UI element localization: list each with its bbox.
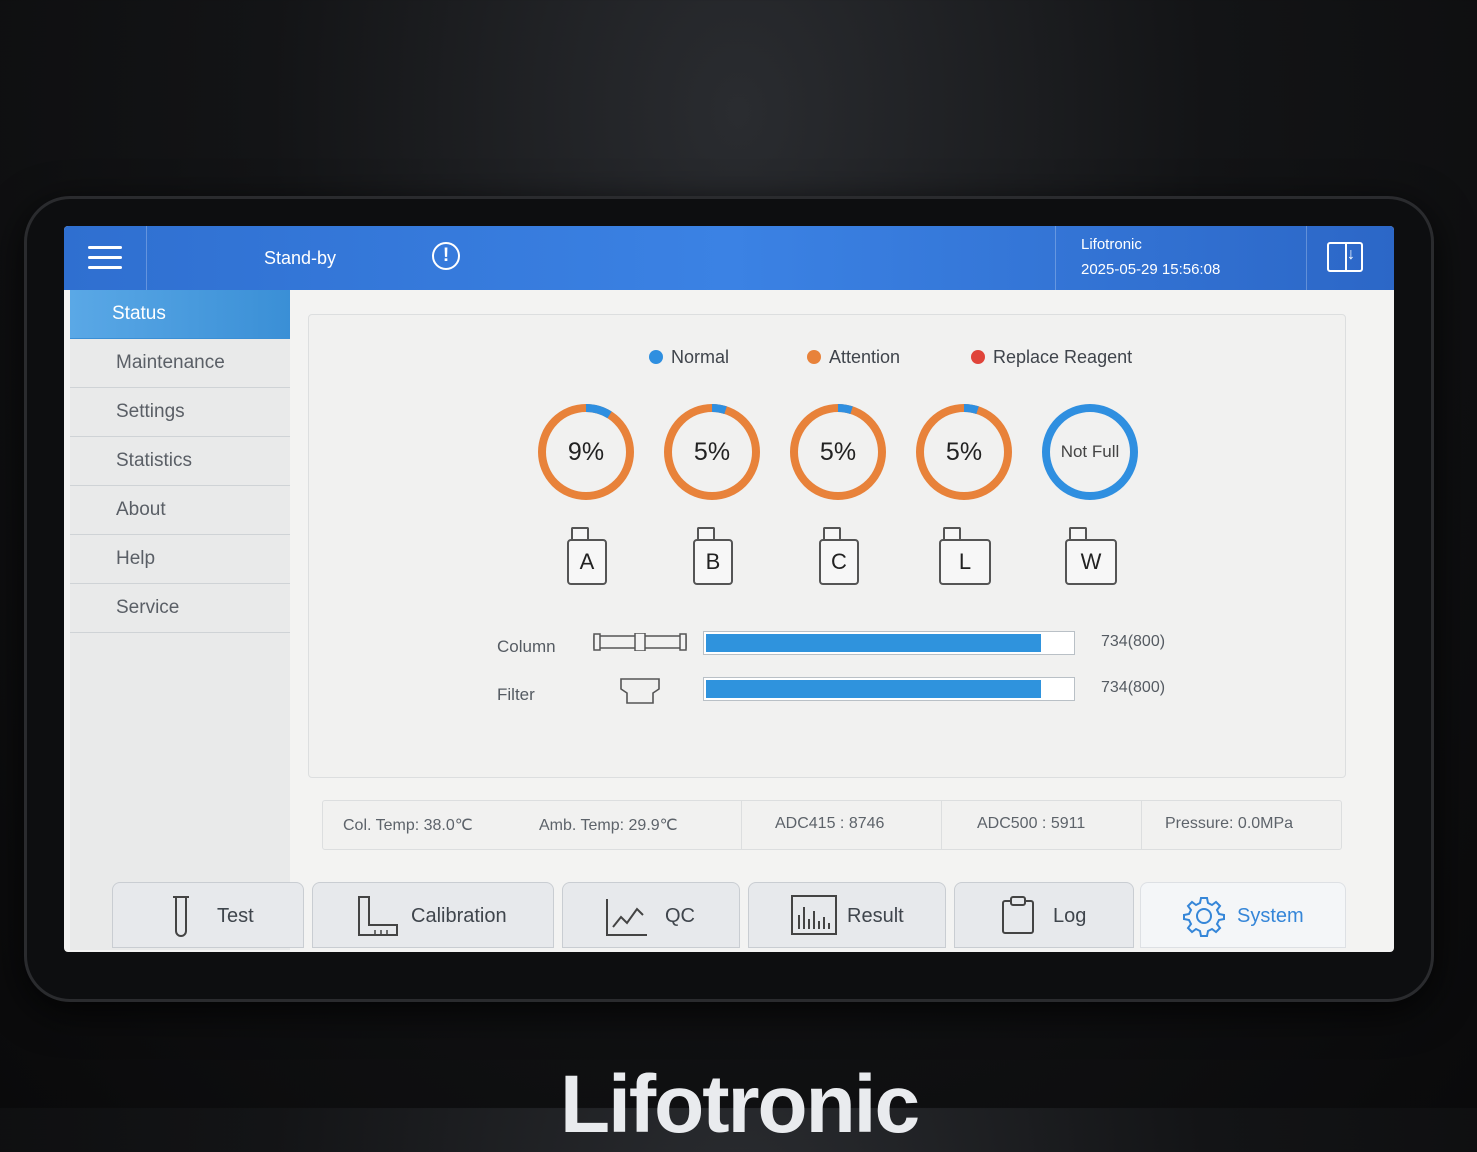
gauge-value: 5% bbox=[945, 438, 983, 466]
gauge-value: 5% bbox=[819, 438, 857, 466]
tab-test[interactable]: Test bbox=[112, 882, 304, 948]
bottle-c-icon[interactable]: C bbox=[815, 527, 863, 585]
sidebar-item-status[interactable]: Status bbox=[70, 290, 290, 339]
bottle-b-icon[interactable]: B bbox=[689, 527, 737, 585]
filter-usage-fill bbox=[706, 680, 1042, 698]
sidebar-item-statistics[interactable]: Statistics bbox=[70, 437, 290, 486]
tab-system[interactable]: System bbox=[1140, 882, 1346, 948]
legend-replace-reagent: Replace Reagent bbox=[971, 347, 1132, 368]
sidebar-item-help[interactable]: Help bbox=[70, 535, 290, 584]
column-usage-value: 734(800) bbox=[1101, 633, 1166, 650]
status-panel: Normal Attention Replace Reagent 9% 5% 5… bbox=[308, 314, 1346, 778]
ambient-temp-reading: Amb. Temp: 29.9℃ bbox=[539, 817, 678, 834]
readings-bar: Col. Temp: 38.0℃ Amb. Temp: 29.9℃ ADC415… bbox=[322, 800, 1342, 850]
calibration-icon bbox=[358, 896, 398, 936]
bottle-a-icon[interactable]: A bbox=[563, 527, 611, 585]
sidebar-item-settings[interactable]: Settings bbox=[70, 388, 290, 437]
bottle-w-icon[interactable]: W bbox=[1061, 527, 1117, 585]
pressure-reading: Pressure: 0.0MPa bbox=[1165, 815, 1294, 832]
filter-label: Filter bbox=[497, 685, 535, 704]
header-bar: Stand-by ! Lifotronic 2025-05-29 15:56:0… bbox=[64, 226, 1394, 290]
column-temp-reading: Col. Temp: 38.0℃ bbox=[343, 817, 473, 834]
hamburger-icon bbox=[88, 246, 122, 249]
sidebar-item-service[interactable]: Service bbox=[70, 584, 290, 633]
column-usage-fill bbox=[706, 634, 1042, 652]
gauge-reagent-b: 5% bbox=[661, 401, 763, 503]
screen: Stand-by ! Lifotronic 2025-05-29 15:56:0… bbox=[64, 226, 1394, 952]
filter-usage-value: 734(800) bbox=[1101, 679, 1166, 696]
column-icon bbox=[593, 633, 687, 651]
exit-icon bbox=[1327, 242, 1363, 272]
gauge-reagent-l: 5% bbox=[913, 401, 1015, 503]
menu-button[interactable] bbox=[64, 226, 147, 290]
gauge-waste: Not Full bbox=[1039, 401, 1141, 503]
gauge-value: Not Full bbox=[1060, 442, 1120, 461]
gauge-reagent-a: 9% bbox=[535, 401, 637, 503]
adc500-reading: ADC500 : 5911 bbox=[977, 815, 1086, 832]
legend-attention: Attention bbox=[807, 347, 900, 368]
gauge-value: 9% bbox=[567, 438, 605, 466]
gear-icon bbox=[1183, 897, 1225, 937]
column-label: Column bbox=[497, 637, 556, 656]
filter-icon bbox=[620, 678, 660, 704]
tab-qc[interactable]: QC bbox=[562, 882, 740, 948]
adc415-reading: ADC415 : 8746 bbox=[775, 815, 885, 832]
bottle-l-icon[interactable]: L bbox=[935, 527, 991, 585]
header-brand: Lifotronic bbox=[1081, 236, 1142, 253]
tab-log[interactable]: Log bbox=[954, 882, 1134, 948]
sidebar-item-maintenance[interactable]: Maintenance bbox=[70, 339, 290, 388]
alert-icon[interactable]: ! bbox=[432, 242, 460, 270]
gauge-reagent-c: 5% bbox=[787, 401, 889, 503]
column-usage-bar bbox=[703, 631, 1075, 655]
line-chart-icon bbox=[606, 899, 647, 936]
device-logo: Lifotronic bbox=[560, 1059, 920, 1150]
header-datetime: 2025-05-29 15:56:08 bbox=[1081, 261, 1221, 278]
gauge-value: 5% bbox=[693, 438, 731, 466]
test-tube-icon bbox=[173, 896, 189, 937]
sidebar-item-about[interactable]: About bbox=[70, 486, 290, 535]
sidebar: Status Maintenance Settings Statistics A… bbox=[70, 290, 290, 950]
tab-calibration[interactable]: Calibration bbox=[312, 882, 554, 948]
exit-button[interactable]: ↓ bbox=[1306, 226, 1394, 290]
legend-normal: Normal bbox=[649, 347, 729, 368]
filter-usage-bar bbox=[703, 677, 1075, 701]
histogram-icon bbox=[791, 895, 837, 935]
bottom-tab-bar: Test Calibration QC Result Log System bbox=[64, 874, 1394, 952]
tab-result[interactable]: Result bbox=[748, 882, 946, 948]
clipboard-icon bbox=[1002, 896, 1034, 934]
instrument-status: Stand-by bbox=[264, 248, 337, 268]
header-info: Lifotronic 2025-05-29 15:56:08 bbox=[1055, 226, 1306, 290]
